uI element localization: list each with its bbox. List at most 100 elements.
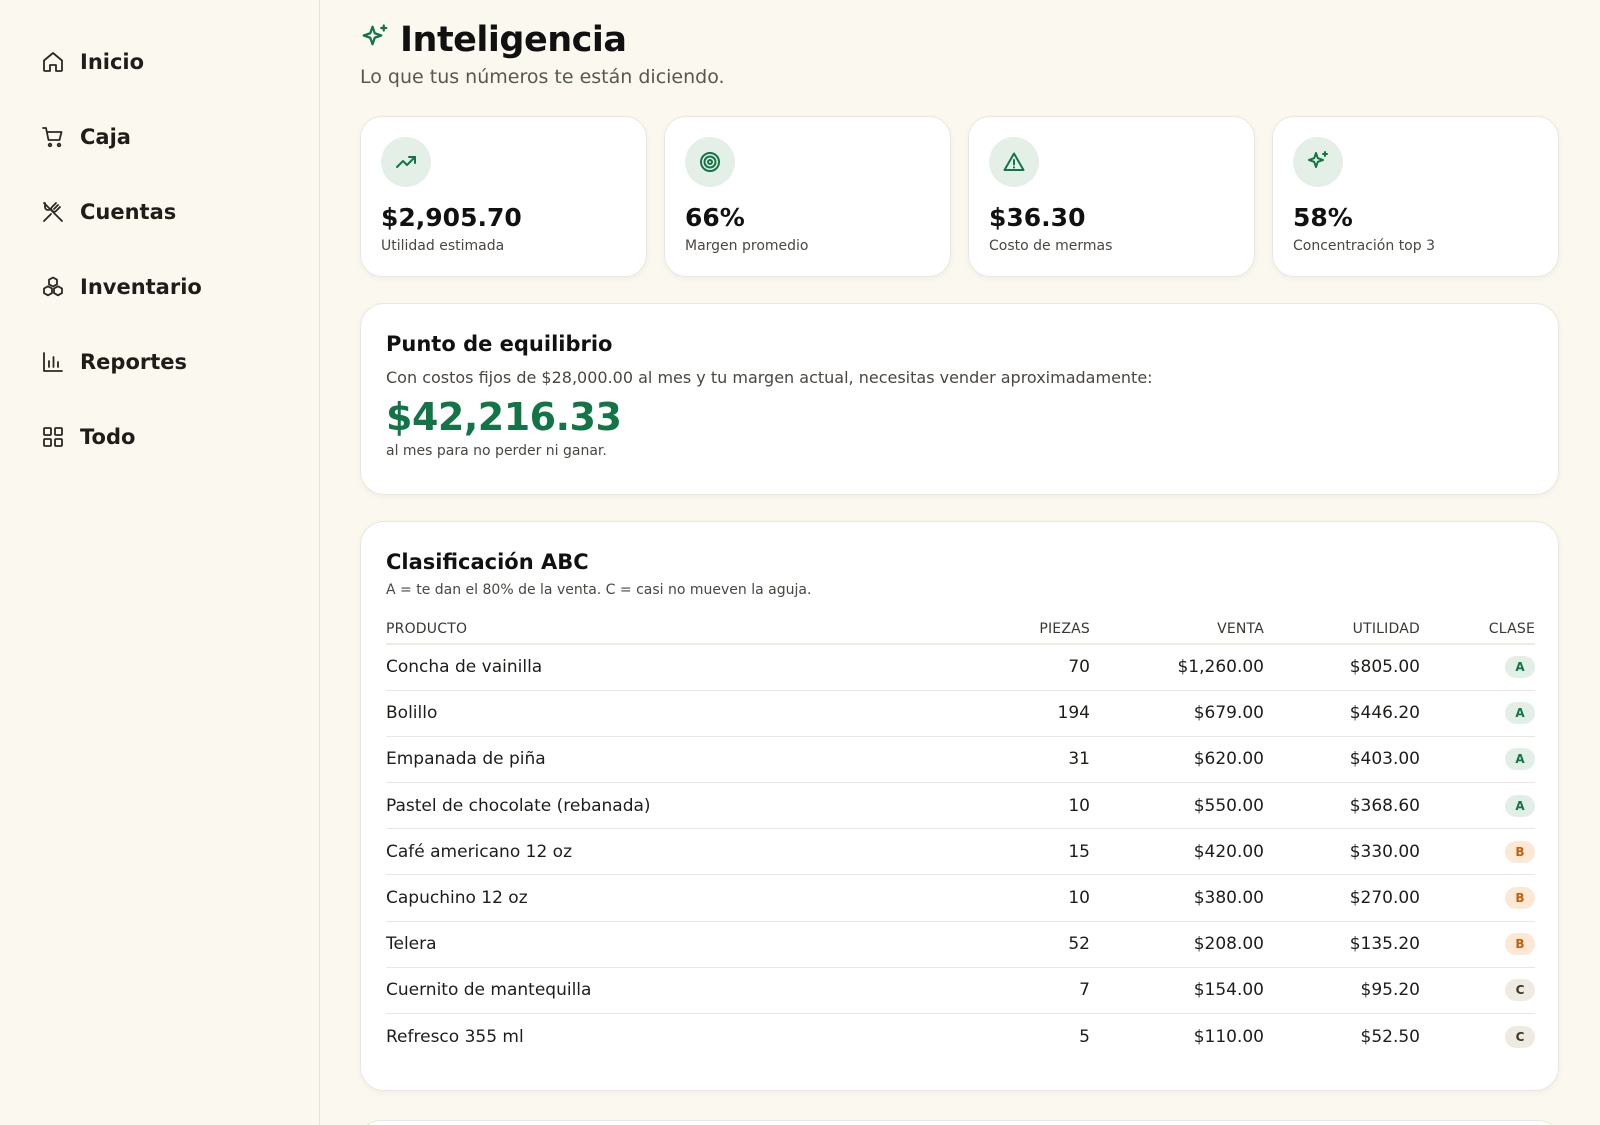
sidebar-item-todo[interactable]: Todo [0,413,319,461]
product-cell: Pastel de chocolate (rebanada) [386,782,986,830]
page-title: Inteligencia [400,20,627,60]
breakeven-note: al mes para no perder ni ganar. [386,443,607,459]
table-row[interactable]: Bolillo 194 $679.00 $446.20 A [386,690,1535,737]
profit-cell: $135.20 [1264,921,1420,968]
table-row[interactable]: Café americano 12 oz 15 $420.00 $330.00 B [386,828,1535,876]
home-icon [40,49,66,75]
product-cell: Telera [386,921,986,968]
sale-cell: $420.00 [1090,828,1264,876]
sidebar-item-cuentas[interactable]: Cuentas [0,188,319,236]
sidebar-item-label: Todo [80,425,136,449]
breakeven-title: Punto de equilibrio [386,332,613,356]
stat-card-concentracion: 58% Concentración top 3 [1272,116,1559,277]
class-cell: A [1420,690,1535,737]
table-row[interactable]: Telera 52 $208.00 $135.20 B [386,921,1535,968]
product-cell: Concha de vainilla [386,644,986,691]
pieces-cell: 10 [986,782,1090,830]
class-badge: A [1505,702,1535,725]
class-cell: A [1420,782,1535,830]
class-badge: B [1505,887,1535,910]
column-header-profit[interactable]: Utilidad [1264,614,1420,645]
column-header-pieces[interactable]: Piezas [986,614,1090,645]
table-row[interactable]: Capuchino 12 oz 10 $380.00 $270.00 B [386,874,1535,922]
class-badge: B [1505,840,1535,863]
sale-cell: $208.00 [1090,921,1264,968]
bar-chart-icon [40,349,66,375]
pieces-cell: 7 [986,967,1090,1015]
sale-cell: $154.00 [1090,967,1264,1015]
sidebar: Inicio Caja Cuentas Inventario Reportes … [0,0,320,1125]
sparkles-icon [360,23,400,57]
stats-row: $2,905.70 Utilidad estimada 66% Margen p… [360,116,1560,277]
stat-label: Concentración top 3 [1293,238,1435,254]
profit-cell: $805.00 [1264,644,1420,691]
sidebar-item-caja[interactable]: Caja [0,113,319,161]
stat-card-mermas: $36.30 Costo de mermas [968,116,1255,277]
stat-label: Margen promedio [685,238,809,254]
cart-icon [40,124,66,150]
breakeven-value: $42,216.33 [386,395,622,439]
sale-cell: $380.00 [1090,874,1264,922]
trending-up-icon [381,137,431,187]
main-content: Inteligencia Lo que tus números te están… [360,0,1560,1091]
stat-value: $2,905.70 [381,203,522,232]
profit-cell: $403.00 [1264,736,1420,784]
product-cell: Empanada de piña [386,736,986,784]
sparkles-icon [1293,137,1343,187]
stat-label: Utilidad estimada [381,238,505,254]
table-row[interactable]: Pastel de chocolate (rebanada) 10 $550.00 $… [386,782,1535,830]
breakeven-description: Con costos fijos de $28,000.00 al mes y … [386,368,1153,387]
column-header-sale[interactable]: Venta [1090,614,1264,645]
class-badge: C [1505,1025,1535,1048]
sidebar-item-reportes[interactable]: Reportes [0,338,319,386]
class-badge: A [1505,794,1535,817]
table-row[interactable]: Empanada de piña 31 $620.00 $403.00 A [386,736,1535,784]
stat-value: 66% [685,203,745,232]
profit-cell: $368.60 [1264,782,1420,830]
column-header-class[interactable]: Clase [1420,614,1535,645]
table-row[interactable]: Concha de vainilla 70 $1,260.00 $805.00 A [386,644,1535,691]
page-subtitle: Lo que tus números te están diciendo. [360,66,725,88]
pieces-cell: 52 [986,921,1090,968]
target-icon [685,137,735,187]
class-badge: A [1505,748,1535,771]
class-cell: B [1420,874,1535,922]
abc-table: Producto Piezas Venta Utilidad Clase Con… [386,614,1535,1060]
warning-icon [989,137,1039,187]
profit-cell: $330.00 [1264,828,1420,876]
stat-value: 58% [1293,203,1353,232]
sale-cell: $1,260.00 [1090,644,1264,691]
grid-icon [40,424,66,450]
next-card [360,1120,1559,1125]
abc-description: A = te dan el 80% de la venta. C = casi … [386,582,812,598]
stat-card-margen: 66% Margen promedio [664,116,951,277]
abc-card: Clasificación ABC A = te dan el 80% de l… [360,521,1559,1091]
pieces-cell: 5 [1079,1026,1090,1047]
abc-table-body: Concha de vainilla 70 $1,260.00 $805.00 A Bol… [386,644,1535,1060]
class-cell: B [1420,828,1535,876]
sidebar-item-inicio[interactable]: Inicio [0,38,319,86]
profit-cell: $270.00 [1264,874,1420,922]
class-cell: A [1420,644,1535,691]
stat-card-utilidad: $2,905.70 Utilidad estimada [360,116,647,277]
pieces-cell: 10 [986,874,1090,922]
column-header-product[interactable]: Producto [386,614,986,645]
sidebar-item-label: Caja [80,125,131,149]
class-badge: B [1505,933,1535,956]
table-row[interactable]: Cuernito de mantequilla 7 $154.00 $95.20 C [386,967,1535,1015]
sidebar-item-inventario[interactable]: Inventario [0,263,319,311]
product-cell: Capuchino 12 oz [386,874,986,922]
table-row[interactable]: Refresco 355 ml 5 $110.00 $52.50 C [386,1014,1535,1060]
sidebar-item-label: Reportes [80,350,188,374]
product-cell: Bolillo [386,690,986,737]
pieces-cell: 70 [986,644,1090,691]
utensils-crossed-icon [40,199,66,225]
abc-title: Clasificación ABC [386,550,589,574]
pieces-cell: 194 [986,690,1090,737]
product-cell: Café americano 12 oz [386,828,986,876]
product-cell: Cuernito de mantequilla [386,967,986,1015]
profit-cell: $446.20 [1264,690,1420,737]
sale-cell: $679.00 [1090,690,1264,737]
sale-cell: $550.00 [1090,782,1264,830]
class-cell: A [1420,736,1535,784]
